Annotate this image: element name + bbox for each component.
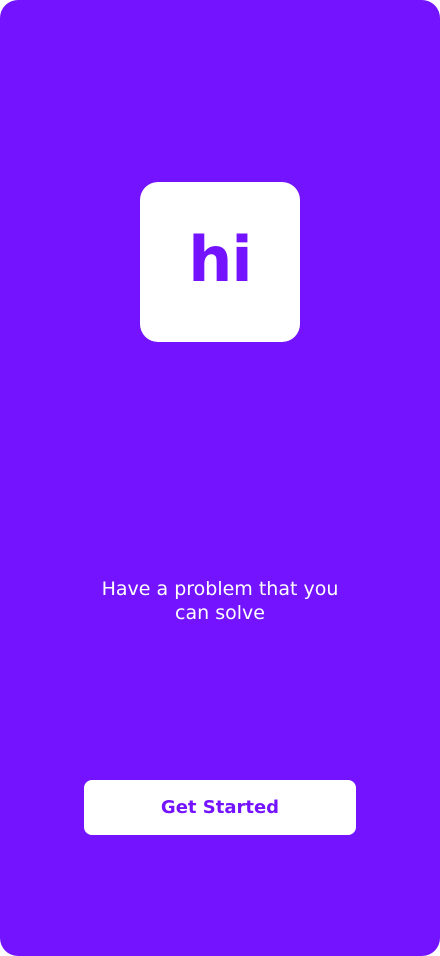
logo-text: hi <box>188 223 252 296</box>
tagline-line-1: Have a problem that you <box>101 578 339 600</box>
tagline-line-2: can solve <box>175 602 265 624</box>
app-logo: hi <box>140 182 300 342</box>
welcome-screen: hi Have a problem that you can solve Get… <box>0 0 440 956</box>
get-started-button[interactable]: Get Started <box>84 780 356 835</box>
tagline: Have a problem that you can solve <box>60 577 380 625</box>
